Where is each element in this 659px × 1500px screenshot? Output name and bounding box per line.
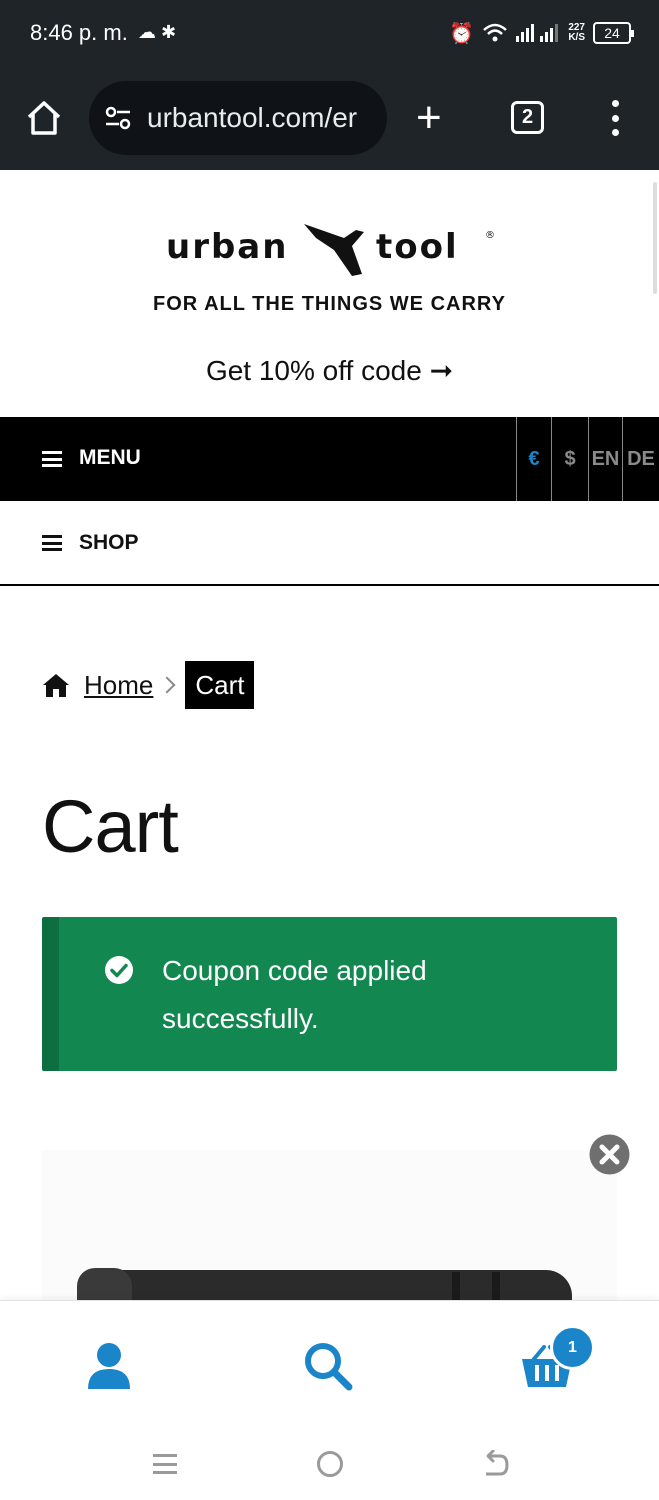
back-icon[interactable] [480,1450,510,1480]
address-bar[interactable]: urbantool.com/er [89,81,387,155]
cart-count-badge: 1 [550,1325,595,1370]
browser-toolbar: urbantool.com/er + 2 [0,68,659,170]
system-nav-bar [0,1428,659,1500]
product-image[interactable] [72,1250,602,1302]
home-icon[interactable] [24,98,64,138]
shop-button[interactable]: SHOP [79,531,139,555]
breadcrumb: Home Cart [42,661,255,709]
bottom-nav: 1 [0,1300,659,1428]
svg-text:®: ® [485,230,495,241]
cart-item-image[interactable] [42,1150,617,1302]
wifi-icon [483,23,508,42]
tagline: FOR ALL THE THINGS WE CARRY [153,293,506,315]
breadcrumb-current: Cart [185,661,255,709]
more-options-icon[interactable] [603,100,627,136]
chevron-right-icon [158,676,176,694]
alarm-icon: ⏰ [449,22,475,45]
house-icon[interactable] [42,672,70,698]
check-circle-icon [105,956,133,984]
tab-switcher-button[interactable]: 2 [511,101,544,134]
menu-button[interactable]: MENU [79,446,141,470]
status-bar: 8:46 p. m. ☁ ✱ ⏰ 227 K/S 24 [0,0,659,68]
site-logo[interactable]: urban tool ® [166,218,496,280]
network-speed: 227 K/S [568,22,585,43]
hamburger-icon[interactable] [42,535,62,551]
svg-text:tool: tool [376,227,459,267]
page-title: Cart [42,785,179,868]
tune-icon[interactable] [103,103,133,133]
new-tab-button[interactable]: + [416,96,442,140]
shop-menu-bar: SHOP [0,501,659,586]
success-notice: Coupon code applied successfully. [42,917,617,1071]
close-circle-icon[interactable] [589,1134,630,1175]
user-icon[interactable] [86,1341,132,1391]
status-time: 8:46 p. m. [30,20,128,45]
svg-text:urban: urban [166,227,288,267]
status-indicators: ⏰ 227 K/S 24 [449,18,634,48]
currency-usd[interactable]: $ [551,417,588,501]
search-icon[interactable] [303,1341,353,1391]
notice-message: Coupon code applied successfully. [162,955,427,1034]
main-menu-bar: MENU € $ EN DE [0,417,659,501]
currency-eur[interactable]: € [516,417,551,501]
cloud-icon: ☁ ✱ [138,22,177,42]
recent-apps-icon[interactable] [153,1454,177,1474]
home-circle-icon[interactable] [317,1451,343,1477]
battery-indicator: 24 [593,22,634,44]
signal-icon [516,24,559,42]
language-de[interactable]: DE [622,417,659,501]
promo-link[interactable]: Get 10% off code ➞ [0,354,659,387]
scrollbar[interactable] [653,182,657,294]
hamburger-icon[interactable] [42,451,62,467]
url-text[interactable]: urbantool.com/er [147,102,357,134]
breadcrumb-home-link[interactable]: Home [84,670,153,701]
language-en[interactable]: EN [588,417,622,501]
